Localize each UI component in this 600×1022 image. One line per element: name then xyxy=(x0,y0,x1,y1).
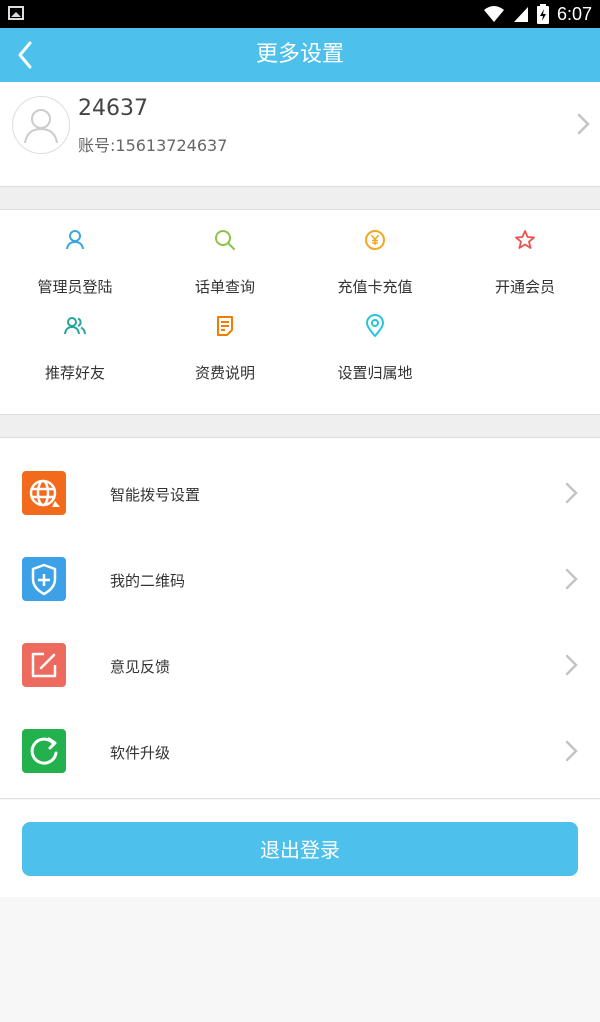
shield-plus-icon xyxy=(22,557,66,601)
profile-name: 24637 xyxy=(78,96,148,121)
chevron-right-icon xyxy=(565,482,578,504)
logout-button[interactable]: 退出登录 xyxy=(22,822,578,876)
search-icon xyxy=(215,230,235,250)
section-divider xyxy=(0,414,600,438)
grid-item-label: 推荐好友 xyxy=(44,364,105,382)
status-time: 6:07 xyxy=(556,3,592,24)
grid-item-label: 开通会员 xyxy=(494,278,555,296)
list-item-label: 智能拨号设置 xyxy=(110,486,201,504)
grid-item-label: 资费说明 xyxy=(194,364,255,382)
users-icon xyxy=(64,317,86,335)
user-icon xyxy=(66,230,84,250)
back-button[interactable] xyxy=(10,37,46,73)
grid-item-admin-login[interactable]: 管理员登陆 xyxy=(0,210,150,296)
grid-item-membership[interactable]: 开通会员 xyxy=(450,210,600,296)
grid-item-label: 管理员登陆 xyxy=(37,278,113,296)
avatar xyxy=(12,96,70,154)
grid-item-recommend-friends[interactable]: 推荐好友 xyxy=(0,296,150,382)
grid-item-tariff-info[interactable]: 资费说明 xyxy=(150,296,300,382)
edit-icon xyxy=(22,643,66,687)
globe-icon xyxy=(22,471,66,515)
grid-item-call-records[interactable]: 话单查询 xyxy=(150,210,300,296)
battery-icon xyxy=(536,4,549,24)
settings-list: 智能拨号设置 我的二维码 意见反馈 软件升级 xyxy=(0,438,600,799)
list-item-feedback[interactable]: 意见反馈 xyxy=(0,610,600,696)
chevron-right-icon xyxy=(565,740,578,762)
back-arrow-icon xyxy=(18,41,32,69)
app-header: 更多设置 xyxy=(0,28,600,82)
image-icon xyxy=(8,6,24,20)
avatar-placeholder-icon xyxy=(24,109,58,144)
signal-icon xyxy=(513,7,528,22)
list-item-smart-dial[interactable]: 智能拨号设置 xyxy=(0,438,600,524)
chevron-right-icon xyxy=(565,654,578,676)
location-icon xyxy=(366,314,384,337)
grid-item-label: 话单查询 xyxy=(194,278,255,296)
refresh-icon xyxy=(22,729,66,773)
status-icons: 6:07 xyxy=(483,0,592,28)
star-icon xyxy=(515,230,535,249)
chevron-right-icon xyxy=(565,568,578,590)
profile-account: 账号:15613724637 xyxy=(78,136,228,155)
page-title: 更多设置 xyxy=(255,42,344,67)
grid-item-label: 充值卡充值 xyxy=(337,278,413,296)
section-divider xyxy=(0,186,600,210)
list-item-software-update[interactable]: 软件升级 xyxy=(0,696,600,782)
grid-item-label: 设置归属地 xyxy=(337,364,413,382)
list-item-my-qrcode[interactable]: 我的二维码 xyxy=(0,524,600,610)
document-icon xyxy=(217,316,233,336)
list-item-label: 意见反馈 xyxy=(110,658,171,676)
grid-item-card-recharge[interactable]: 充值卡充值 xyxy=(300,210,450,296)
chevron-right-icon xyxy=(577,113,590,135)
logout-section: 退出登录 xyxy=(0,800,600,897)
list-item-label: 软件升级 xyxy=(110,744,171,762)
grid-item-set-location[interactable]: 设置归属地 xyxy=(300,296,450,382)
list-item-label: 我的二维码 xyxy=(110,572,186,590)
wifi-icon xyxy=(483,6,504,22)
status-bar: 6:07 xyxy=(0,0,600,28)
profile-card[interactable]: 24637 账号:15613724637 xyxy=(0,82,600,186)
shortcut-grid: 管理员登陆 话单查询 充值卡充值 开通会员 推荐好友 资费说明 设置归属地 xyxy=(0,210,600,414)
yen-icon xyxy=(365,230,385,250)
